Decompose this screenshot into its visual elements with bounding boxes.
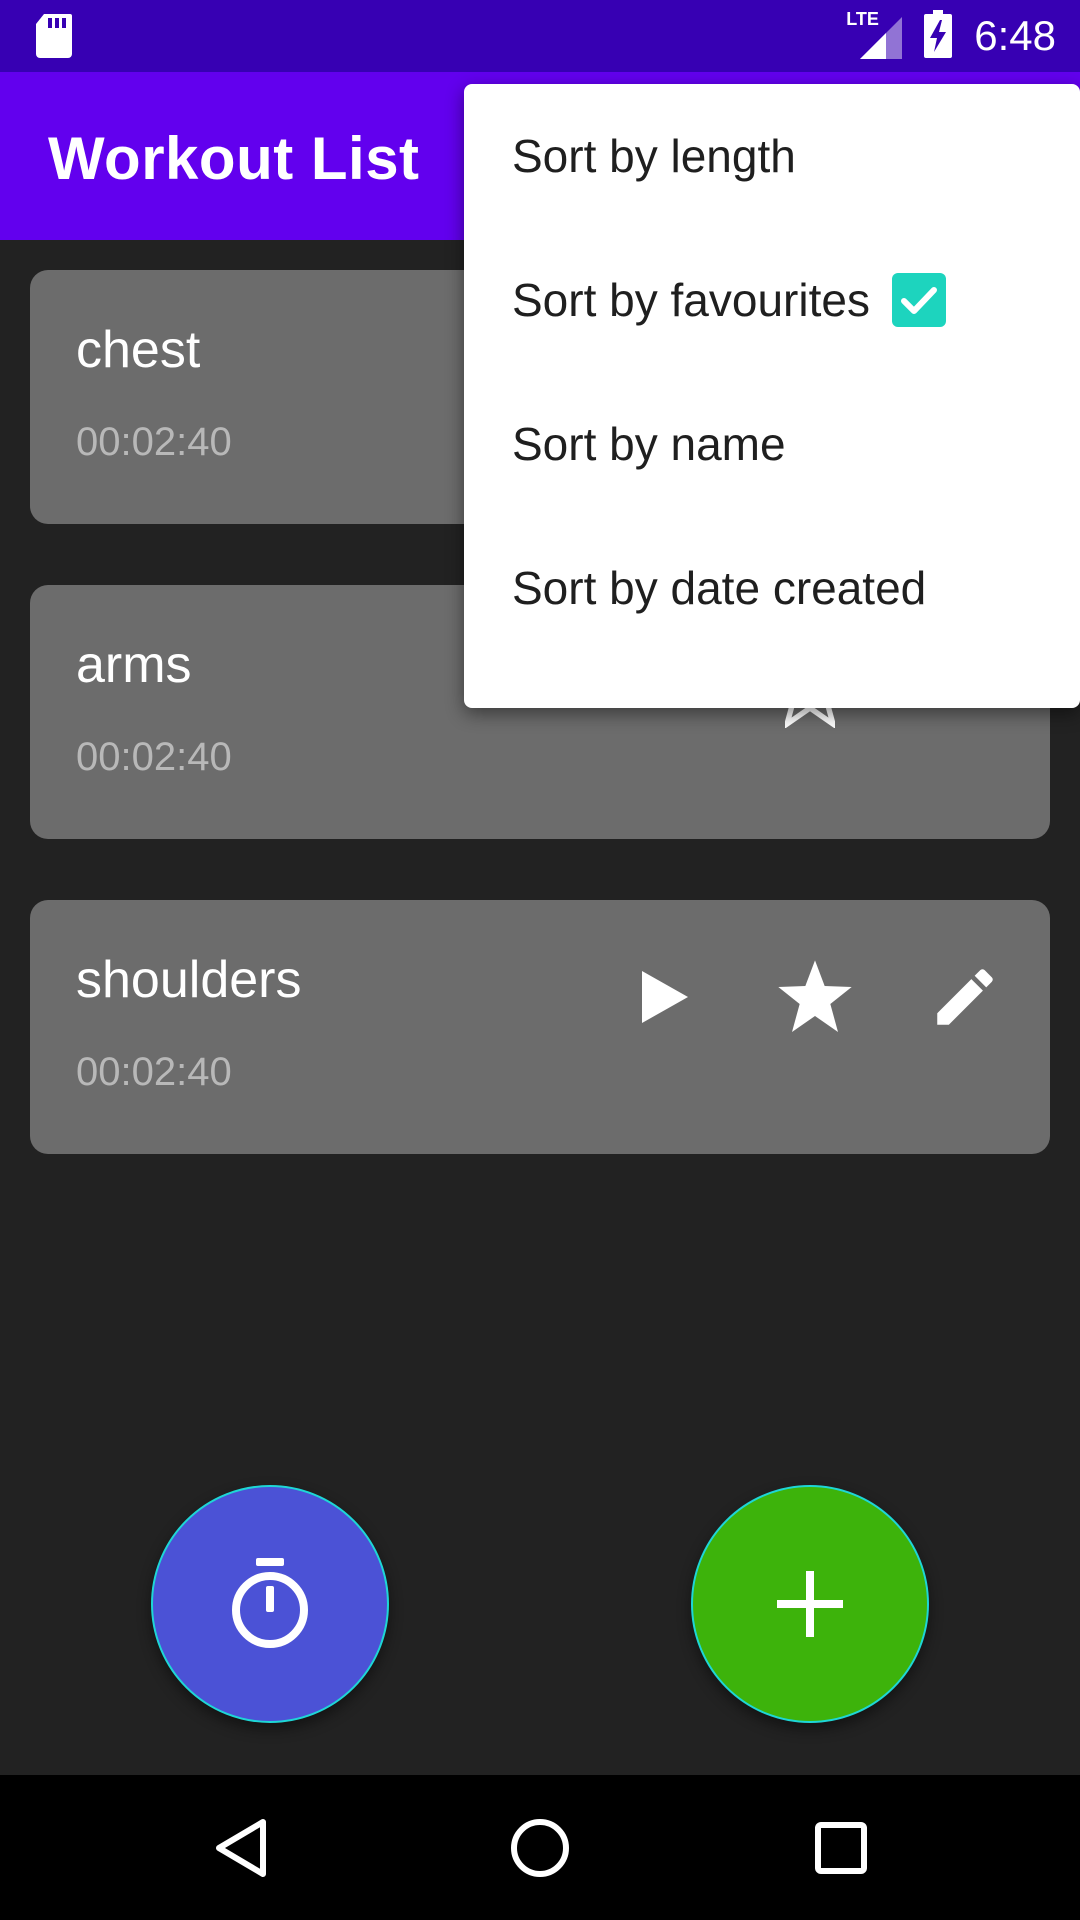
workout-duration: 00:02:40 xyxy=(76,1050,232,1094)
workout-duration: 00:02:40 xyxy=(76,735,232,779)
edit-pencil-icon[interactable] xyxy=(920,952,1010,1042)
back-icon[interactable] xyxy=(168,1775,313,1920)
home-icon[interactable] xyxy=(467,1775,612,1920)
workout-card-shoulders[interactable]: shoulders 00:02:40 xyxy=(30,900,1050,1154)
plus-icon xyxy=(777,1571,843,1637)
menu-item-sort-date-created[interactable]: Sort by date created xyxy=(464,516,1080,660)
status-bar: LTE 6:48 xyxy=(0,0,1080,72)
stopwatch-icon xyxy=(232,1558,308,1648)
workout-duration: 00:02:40 xyxy=(76,420,232,464)
checked-checkbox-icon[interactable] xyxy=(891,273,946,327)
workout-name: chest xyxy=(76,321,201,379)
status-time: 6:48 xyxy=(974,12,1056,59)
recents-icon[interactable] xyxy=(768,1775,913,1920)
menu-item-sort-favourites[interactable]: Sort by favourites xyxy=(464,228,1080,372)
star-icon[interactable] xyxy=(770,952,860,1042)
battery-charging-icon xyxy=(924,9,953,63)
sd-card-icon xyxy=(36,14,72,63)
menu-item-label: Sort by favourites xyxy=(512,274,870,326)
menu-item-sort-length[interactable]: Sort by length xyxy=(464,84,1080,228)
star-icon-partial xyxy=(785,708,835,728)
page-title: Workout List xyxy=(48,125,420,192)
menu-item-sort-name[interactable]: Sort by name xyxy=(464,372,1080,516)
add-workout-fab-button[interactable] xyxy=(691,1485,929,1723)
play-icon[interactable] xyxy=(620,952,710,1042)
signal-icon: LTE xyxy=(846,9,903,59)
system-nav-bar xyxy=(0,1775,1080,1920)
menu-item-label: Sort by date created xyxy=(512,562,927,614)
workout-name: shoulders xyxy=(76,951,302,1009)
menu-item-label: Sort by name xyxy=(512,418,786,470)
timer-fab-button[interactable] xyxy=(151,1485,389,1723)
menu-item-label: Sort by length xyxy=(512,130,796,182)
workout-name: arms xyxy=(76,636,192,694)
sort-menu: Sort by length Sort by favourites Sort b… xyxy=(464,84,1080,708)
